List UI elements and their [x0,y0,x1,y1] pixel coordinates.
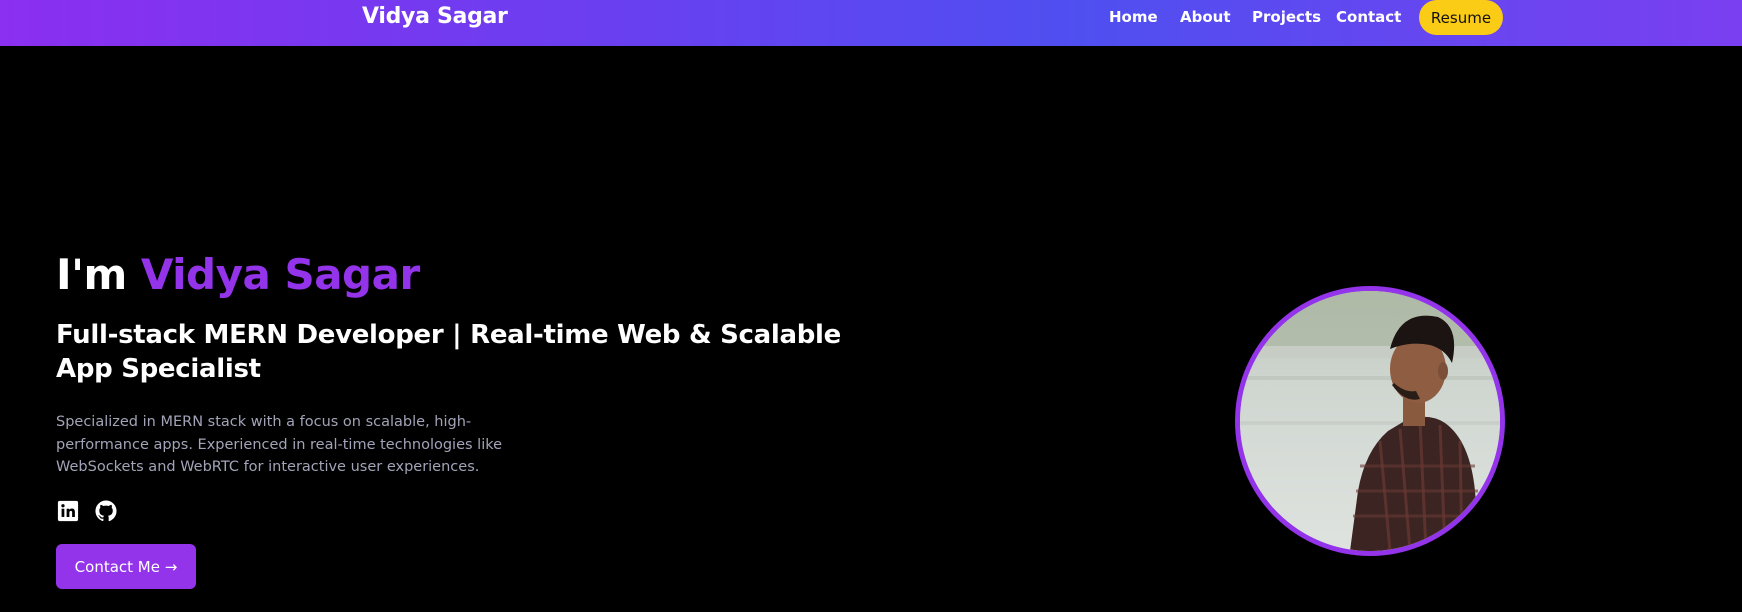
hero-title: I'm Vidya Sagar [56,250,420,299]
nav-link-home[interactable]: Home [1109,8,1158,26]
hero-description: Specialized in MERN stack with a focus o… [56,414,503,475]
navbar: Vidya Sagar Home About Projects Contact … [0,0,1742,46]
contact-me-button[interactable]: Contact Me → [56,544,196,589]
profile-photo [1240,291,1500,551]
github-icon[interactable] [95,500,117,522]
nav-link-projects[interactable]: Projects [1252,8,1321,26]
hero-name: Vidya Sagar [140,250,420,299]
nav-link-contact[interactable]: Contact [1336,8,1401,26]
hero-subtitle: Full-stack MERN Developer | Real-time We… [56,320,841,384]
brand-logo[interactable]: Vidya Sagar [362,4,508,29]
hero-greeting: I'm [56,250,127,299]
profile-avatar [1235,286,1505,556]
nav-link-about[interactable]: About [1180,8,1231,26]
linkedin-icon[interactable] [57,500,79,522]
resume-button[interactable]: Resume [1419,0,1503,35]
